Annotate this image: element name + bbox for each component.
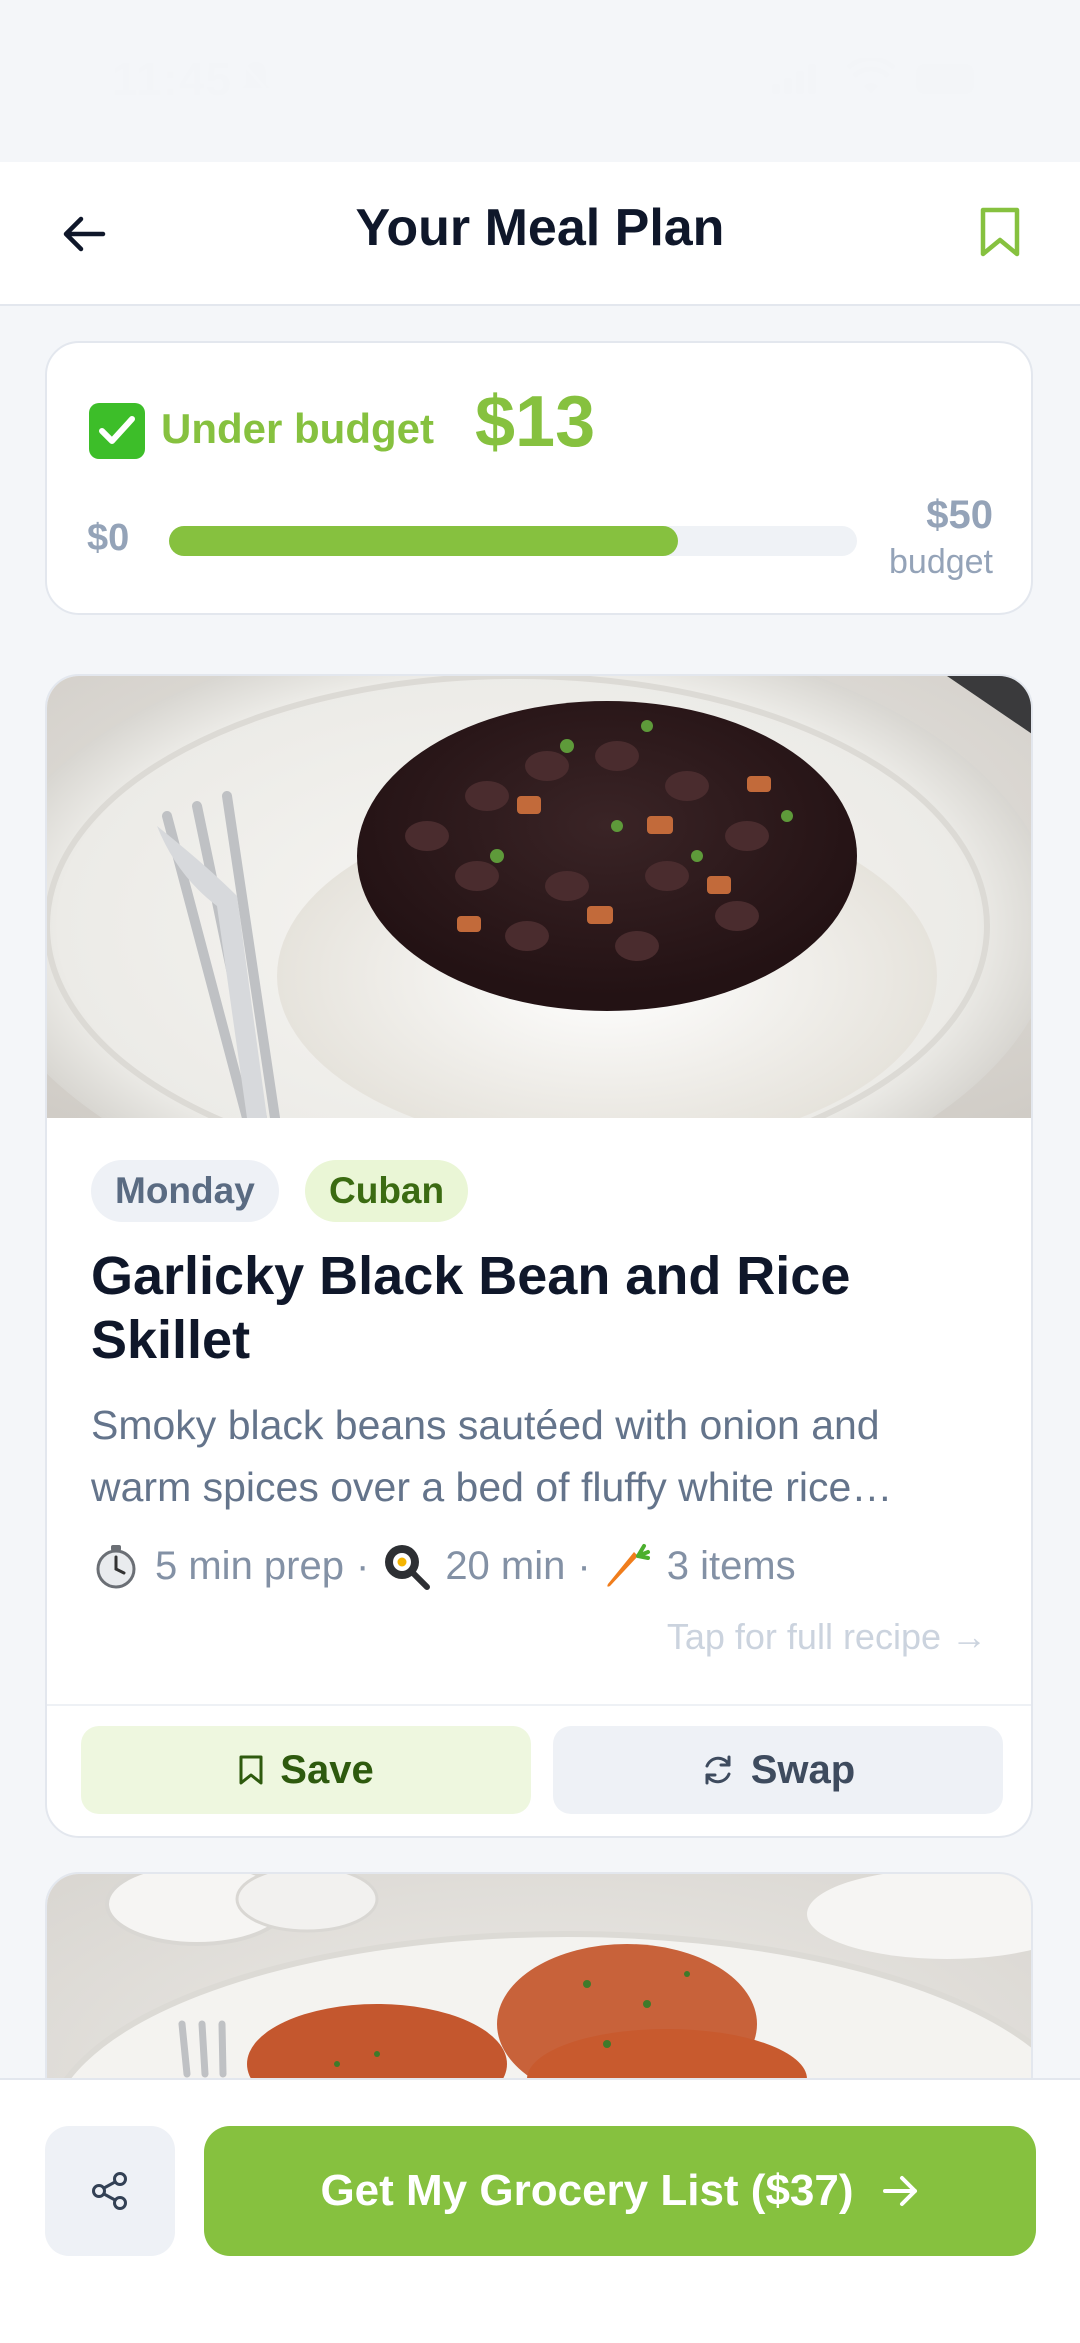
signal-icon (772, 64, 816, 94)
card-divider (47, 1704, 1031, 1706)
budget-card: Under budget $13 $0 $50 budget (45, 341, 1033, 615)
get-grocery-list-button[interactable]: Get My Grocery List ($37) (204, 2126, 1036, 2256)
share-button[interactable] (45, 2126, 175, 2256)
meal-title: Garlicky Black Bean and Rice Skillet (91, 1244, 991, 1372)
prep-time: 5 min prep (155, 1543, 344, 1588)
meal-description-line-1: Smoky black beans sautéed with onion and (91, 1402, 880, 1448)
budget-max-amount: $50 (926, 493, 993, 537)
frying-pan-icon (381, 1541, 431, 1591)
meal-meta-row: 5 min prep · 20 min · 3 items (91, 1536, 796, 1596)
save-button-label: Save (280, 1747, 374, 1792)
page-title: Your Meal Plan (355, 199, 725, 257)
swap-meal-button[interactable]: Swap (553, 1726, 1003, 1814)
meal-description-line-2: warm spices over a bed of fluffy white r… (91, 1464, 893, 1510)
carrot-icon (603, 1541, 653, 1591)
meta-separator: · (577, 1543, 591, 1588)
budget-remaining-amount: $13 (475, 382, 596, 462)
status-bar: 11:45 (0, 0, 1080, 162)
cook-time: 20 min (445, 1543, 566, 1588)
budget-progress-bar (169, 526, 857, 556)
meal-description: Smoky black beans sautéed with onion and… (91, 1394, 1011, 1518)
stopwatch-icon (91, 1541, 141, 1591)
wifi-icon (846, 58, 896, 94)
meta-separator: · (355, 1543, 370, 1588)
bookmark-icon (238, 1754, 264, 1786)
bookmark-icon (980, 207, 1020, 257)
grocery-button-label: Get My Grocery List ($37) (320, 2166, 854, 2215)
bell-muted-icon (240, 61, 272, 95)
app-header: Your Meal Plan (0, 162, 1080, 306)
meal-title-line-2: Skillet (91, 1310, 251, 1370)
meal-title-line-1: Garlicky Black Bean and Rice (91, 1246, 851, 1306)
meal-photo (47, 676, 1031, 1118)
budget-progress-fill (169, 526, 679, 556)
bookmark-button[interactable] (968, 200, 1032, 264)
budget-status-label: Under budget (161, 405, 434, 452)
share-icon (92, 2172, 127, 2210)
budget-min-label: $0 (87, 517, 130, 559)
day-tag: Monday (91, 1160, 279, 1222)
refresh-icon (701, 1753, 735, 1787)
battery-icon (916, 64, 974, 94)
swap-button-label: Swap (750, 1747, 856, 1792)
budget-max-caption: budget (889, 543, 993, 581)
full-recipe-link[interactable]: Tap for full recipe → (667, 1616, 987, 1658)
meal-card[interactable]: Monday Cuban Garlicky Black Bean and Ric… (45, 674, 1033, 1838)
cuisine-tag: Cuban (305, 1160, 469, 1222)
arrow-right-icon (882, 2174, 920, 2208)
bottom-action-bar: Get My Grocery List ($37) (0, 2078, 1080, 2343)
ingredient-count: 3 items (666, 1543, 796, 1588)
status-time: 11:45 (112, 53, 233, 105)
save-meal-button[interactable]: Save (81, 1726, 531, 1814)
check-mark-icon (89, 403, 145, 459)
